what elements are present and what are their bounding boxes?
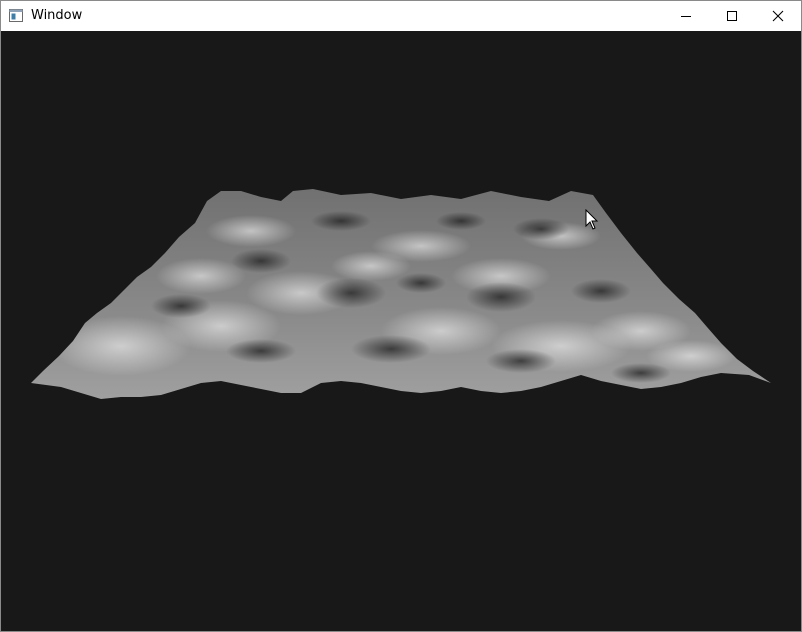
minimize-icon <box>681 16 691 17</box>
close-button[interactable] <box>755 1 801 31</box>
pointer-arrow-icon <box>585 209 599 230</box>
close-icon <box>772 10 784 22</box>
terrain-surface <box>31 189 771 399</box>
minimize-button[interactable] <box>663 1 709 31</box>
maximize-icon <box>727 11 737 21</box>
app-window-icon <box>9 9 23 22</box>
window-title: Window <box>31 8 83 23</box>
maximize-button[interactable] <box>709 1 755 31</box>
render-viewport[interactable] <box>1 31 801 631</box>
title-bar[interactable]: Window <box>1 1 801 31</box>
app-window: Window <box>0 0 802 632</box>
